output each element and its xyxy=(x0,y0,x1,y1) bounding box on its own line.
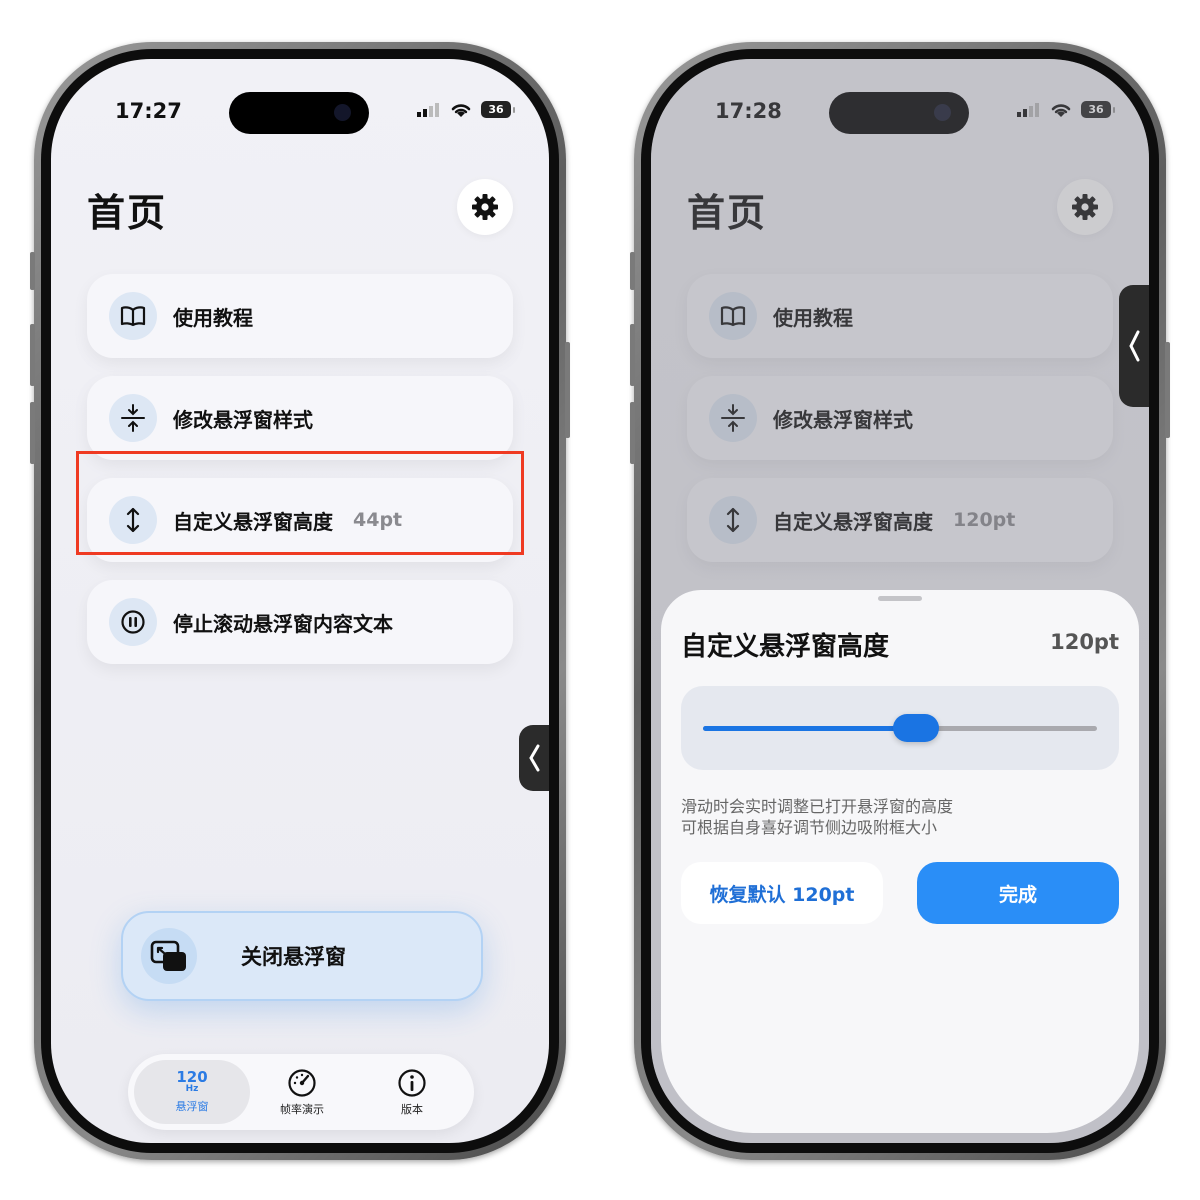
right-phone: 17:28 36 首页 使用教程 修改悬浮窗样式 自定义悬浮窗高度 120pt … xyxy=(630,42,1170,1160)
tab-floating-window[interactable]: 120 Hz 悬浮窗 xyxy=(134,1060,250,1124)
sheet-description: 滑动时会实时调整已打开悬浮窗的高度 可根据自身喜好调节侧边吸附框大小 xyxy=(681,796,953,838)
action-button xyxy=(30,252,35,290)
tab-bar: 120 Hz 悬浮窗 帧率演示 版本 xyxy=(128,1054,474,1130)
left-phone: 17:27 36 首页 使用教程 修改悬浮窗样式 自定义悬浮窗高度 44pt 停… xyxy=(30,42,570,1160)
tab-label: 悬浮窗 xyxy=(175,1099,209,1113)
chevron-left-icon xyxy=(1129,330,1140,362)
menu-item-label: 使用教程 xyxy=(173,305,253,330)
sheet-value: 120pt xyxy=(1050,630,1119,654)
left-screen: 17:27 36 首页 使用教程 修改悬浮窗样式 自定义悬浮窗高度 44pt 停… xyxy=(51,59,549,1143)
sheet-grabber[interactable] xyxy=(878,596,922,601)
tab-label: 版本 xyxy=(401,1102,423,1116)
book-icon xyxy=(120,306,146,327)
menu-item-label: 修改悬浮窗样式 xyxy=(173,407,313,432)
gear-icon xyxy=(472,194,498,220)
volume-up-button xyxy=(30,324,35,386)
slider-thumb[interactable] xyxy=(892,714,939,742)
highlight-box xyxy=(76,451,524,555)
reset-default-button[interactable]: 恢复默认 120pt xyxy=(681,862,883,924)
menu-item-style[interactable]: 修改悬浮窗样式 xyxy=(87,376,513,460)
tab-frame-rate-demo[interactable]: 帧率演示 xyxy=(254,1060,350,1124)
chevron-left-icon xyxy=(529,744,540,772)
floating-window-handle[interactable] xyxy=(1119,285,1149,407)
dynamic-island xyxy=(229,92,369,134)
tab-label: 帧率演示 xyxy=(280,1102,324,1116)
signal-icon xyxy=(417,102,439,117)
status-time: 17:27 xyxy=(115,99,182,123)
close-floating-window-button[interactable]: 关闭悬浮窗 xyxy=(121,911,483,1001)
height-sheet: 自定义悬浮窗高度 120pt 滑动时会实时调整已打开悬浮窗的高度 可根据自身喜好… xyxy=(661,590,1139,1133)
wifi-icon xyxy=(451,103,471,117)
floating-window-handle[interactable] xyxy=(519,725,549,791)
volume-down-button xyxy=(30,402,35,464)
desc-line: 可根据自身喜好调节侧边吸附框大小 xyxy=(681,818,938,837)
menu-item-tutorial[interactable]: 使用教程 xyxy=(87,274,513,358)
settings-button[interactable] xyxy=(457,179,513,235)
info-icon xyxy=(398,1068,426,1097)
power-button xyxy=(565,342,570,438)
tab-version[interactable]: 版本 xyxy=(364,1060,460,1124)
menu-item-label: 停止滚动悬浮窗内容文本 xyxy=(173,611,393,636)
close-button-label: 关闭悬浮窗 xyxy=(241,945,346,969)
slider-track[interactable] xyxy=(703,714,1097,742)
battery-icon: 36 xyxy=(481,101,515,118)
desc-line: 滑动时会实时调整已打开悬浮窗的高度 xyxy=(681,797,954,816)
compress-icon xyxy=(121,404,145,432)
hz-icon: 120 Hz xyxy=(176,1067,208,1094)
pause-circle-icon xyxy=(121,610,145,634)
done-button[interactable]: 完成 xyxy=(917,862,1119,924)
picture-in-picture-icon xyxy=(150,940,186,971)
gauge-icon xyxy=(288,1068,316,1097)
page-title: 首页 xyxy=(87,191,168,235)
height-slider-card xyxy=(681,686,1119,770)
menu-item-stop-scroll[interactable]: 停止滚动悬浮窗内容文本 xyxy=(87,580,513,664)
status-icons: 36 xyxy=(417,101,515,118)
sheet-title: 自定义悬浮窗高度 xyxy=(681,632,890,662)
slider-fill xyxy=(703,726,916,731)
right-screen: 17:28 36 首页 使用教程 修改悬浮窗样式 自定义悬浮窗高度 120pt … xyxy=(651,59,1149,1143)
